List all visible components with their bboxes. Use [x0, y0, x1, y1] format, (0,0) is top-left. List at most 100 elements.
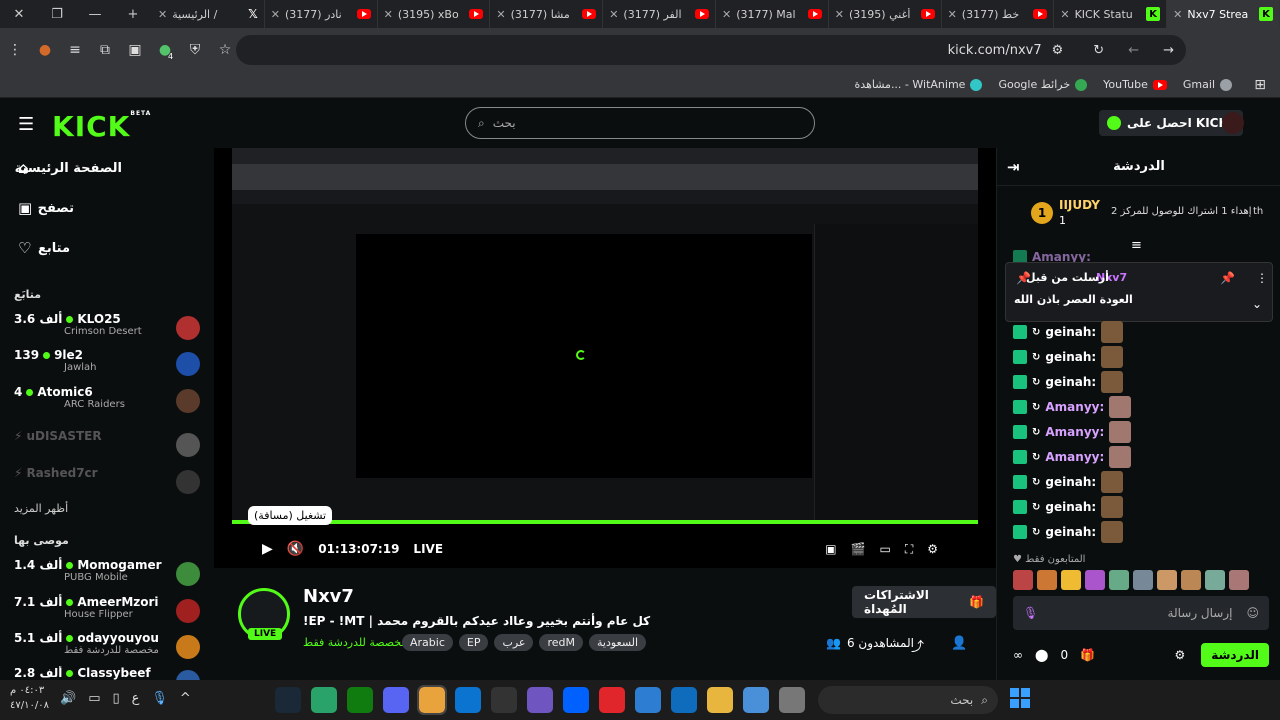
volume-icon[interactable]: 🔊 — [60, 691, 76, 706]
chat-settings-icon[interactable]: ⚙ — [1175, 648, 1186, 662]
puzzle-icon[interactable]: ⧉ — [90, 42, 120, 58]
live-indicator[interactable]: LIVE — [413, 542, 443, 556]
browser-tab[interactable]: ✕ (3177) خط — [942, 0, 1055, 28]
discord-icon[interactable] — [383, 687, 409, 713]
taskbar-search[interactable]: بحث ⌕ — [818, 686, 998, 714]
browser-tab[interactable]: ✕ KICK Statu K — [1054, 0, 1168, 28]
browser-tab[interactable]: ✕ الرئيسية / 𝕏 — [152, 0, 265, 28]
emote-5[interactable] — [1109, 570, 1129, 590]
follow-user-icon[interactable]: 👤 — [951, 636, 967, 651]
infinity-icon[interactable]: ∞ — [1013, 648, 1023, 662]
chat-send-button[interactable]: الدردشة — [1201, 643, 1269, 667]
emote-3[interactable] — [1061, 570, 1081, 590]
chrome-icon[interactable] — [417, 685, 447, 715]
emote-7[interactable] — [1157, 570, 1177, 590]
app-icon-grey[interactable] — [779, 687, 805, 713]
minimize-window-icon[interactable]: — — [76, 0, 114, 28]
close-tab-icon[interactable]: ✕ — [948, 8, 957, 21]
following-channel-9le2[interactable]: 139 9le2 Jawlah — [14, 348, 204, 384]
mic-icon[interactable]: 🎙 — [1023, 606, 1038, 620]
steam-icon[interactable] — [275, 687, 301, 713]
forward-icon[interactable]: → — [1163, 43, 1174, 58]
kick-logo[interactable]: KICKBETA — [52, 110, 151, 143]
chat-emote[interactable] — [1101, 371, 1124, 393]
tag-saudi[interactable]: السعودية — [589, 634, 647, 651]
following-channel-klo25[interactable]: 3.6 ألف KLO25 Crimson Desert — [14, 312, 204, 348]
close-tab-icon[interactable]: ✕ — [158, 8, 167, 21]
stream-category[interactable]: مخصصة للدردشة فقط — [303, 636, 407, 649]
more-options-icon[interactable]: ⋮ — [1256, 271, 1268, 285]
chat-username[interactable]: geinah: — [1045, 350, 1096, 364]
leaderboard-toggle-icon[interactable]: ≡ — [1131, 238, 1142, 253]
chat-username[interactable]: geinah: — [1045, 475, 1096, 489]
browser-tab[interactable]: ✕ (3177) مشا — [490, 0, 604, 28]
extension-badge-icon[interactable]: ● 4 — [150, 42, 180, 61]
chat-username[interactable]: Amanyy: — [1045, 425, 1104, 439]
restore-window-icon[interactable]: ❐ — [38, 0, 76, 28]
bookmark-witanime[interactable]: مشاهدة... - WitAnime — [855, 78, 983, 91]
emote-10[interactable] — [1229, 570, 1249, 590]
downloads-icon[interactable]: ≡ — [60, 42, 90, 58]
recommended-channel-momogamer[interactable]: 1.4 ألف Momogamer PUBG Mobile — [14, 558, 204, 594]
chat-username[interactable]: geinah: — [1045, 325, 1096, 339]
shield-icon[interactable]: ⛨ — [180, 42, 210, 58]
emote-6[interactable] — [1133, 570, 1153, 590]
extension-icon-2[interactable]: ▣ — [120, 42, 150, 58]
bookmark-youtube[interactable]: YouTube — [1103, 78, 1167, 91]
chat-emote[interactable] — [1109, 421, 1132, 443]
copilot-icon[interactable] — [743, 687, 769, 713]
share-icon[interactable]: ⤴ — [911, 636, 924, 655]
gift-leaderboard[interactable]: 1 IIJUDY 1 إهداء 1 اشتراك للوصول للمركز … — [1027, 196, 1267, 232]
emote-4[interactable] — [1085, 570, 1105, 590]
xbox-icon[interactable] — [347, 687, 373, 713]
following-channel-udisaster[interactable]: ⚡ uDISASTER — [14, 429, 204, 465]
url-field[interactable]: kick.com/nxv7 ⚙ ↻ ← → — [236, 35, 1186, 65]
emoji-icon[interactable]: ☺ — [1246, 606, 1259, 620]
apps-grid-icon[interactable]: ⊞ — [1254, 77, 1266, 93]
sidebar-item-following[interactable]: ♡ متابع — [0, 234, 212, 262]
sidebar-item-home[interactable]: ⌂ الصفحة الرئيسية — [0, 154, 212, 182]
live-progress-bar[interactable] — [232, 520, 978, 524]
edge-icon[interactable] — [455, 687, 481, 713]
video-player[interactable]: ▶ 🔇 01:13:07:19 LIVE ▣ 🎬 ▭ ⛶ ⚙ — [214, 148, 996, 568]
show-more-link[interactable]: أظهر المزيد — [14, 502, 68, 515]
user-avatar[interactable] — [1222, 112, 1244, 134]
browser-tab[interactable]: ✕ (3195) أغني — [829, 0, 942, 28]
browser-tab[interactable]: ✕ (3177) الفر — [603, 0, 716, 28]
windows-start-icon[interactable] — [1010, 688, 1030, 708]
browser-tab[interactable]: ✕ Nxv7 Strea K — [1167, 0, 1280, 28]
close-tab-icon[interactable]: ✕ — [271, 8, 280, 21]
streamer-name[interactable]: Nxv7 — [303, 586, 354, 607]
close-tab-icon[interactable]: ✕ — [384, 8, 393, 21]
gift-subs-button[interactable]: الاشتراكات المُهداة 🎁 — [852, 586, 996, 618]
system-clock[interactable]: ٠٤:٠٣ م ٤٧/١٠/٠٨ — [10, 683, 49, 713]
settings-gear-icon[interactable]: ⚙ — [927, 542, 938, 556]
expand-chevron-icon[interactable]: ⌄ — [1252, 297, 1262, 311]
bookmark-google-maps[interactable]: Google خرائط — [998, 78, 1088, 91]
sidebar-item-browse[interactable]: ▣ تصفح — [0, 194, 212, 222]
browser-tab[interactable]: ✕ (3195) xBo — [378, 0, 491, 28]
site-settings-icon[interactable]: ⚙ — [1052, 43, 1064, 58]
chat-emote[interactable] — [1101, 496, 1124, 518]
chat-emote[interactable] — [1109, 396, 1132, 418]
pip-icon[interactable]: ▣ — [825, 542, 836, 556]
unpin-icon[interactable]: 📌 — [1220, 271, 1235, 285]
close-tab-icon[interactable]: ✕ — [1173, 8, 1182, 21]
microphone-icon[interactable]: 🎙 — [151, 691, 168, 706]
tray-chevron-icon[interactable]: ^ — [180, 691, 191, 706]
chat-emote[interactable] — [1109, 446, 1132, 468]
recommended-channel-ameermzori[interactable]: 7.1 ألف AmeerMzori House Flipper — [14, 595, 204, 631]
gift-icon[interactable]: 🎁 — [1080, 648, 1095, 662]
tag-arab[interactable]: عرب — [494, 634, 534, 651]
tag-arabic[interactable]: Arabic — [402, 634, 453, 651]
close-tab-icon[interactable]: ✕ — [835, 8, 844, 21]
recommended-channel-classybeef[interactable]: 2.8 ألف Classybeef — [14, 666, 204, 680]
chat-username[interactable]: Amanyy: — [1045, 400, 1104, 414]
extension-icon[interactable]: ● — [30, 42, 60, 58]
emote-9[interactable] — [1205, 570, 1225, 590]
mute-icon[interactable]: 🔇 — [287, 541, 304, 557]
hamburger-menu-icon[interactable]: ☰ — [18, 114, 34, 135]
file-explorer-icon[interactable] — [707, 687, 733, 713]
teams-icon[interactable] — [527, 687, 553, 713]
chat-emote[interactable] — [1101, 521, 1124, 543]
